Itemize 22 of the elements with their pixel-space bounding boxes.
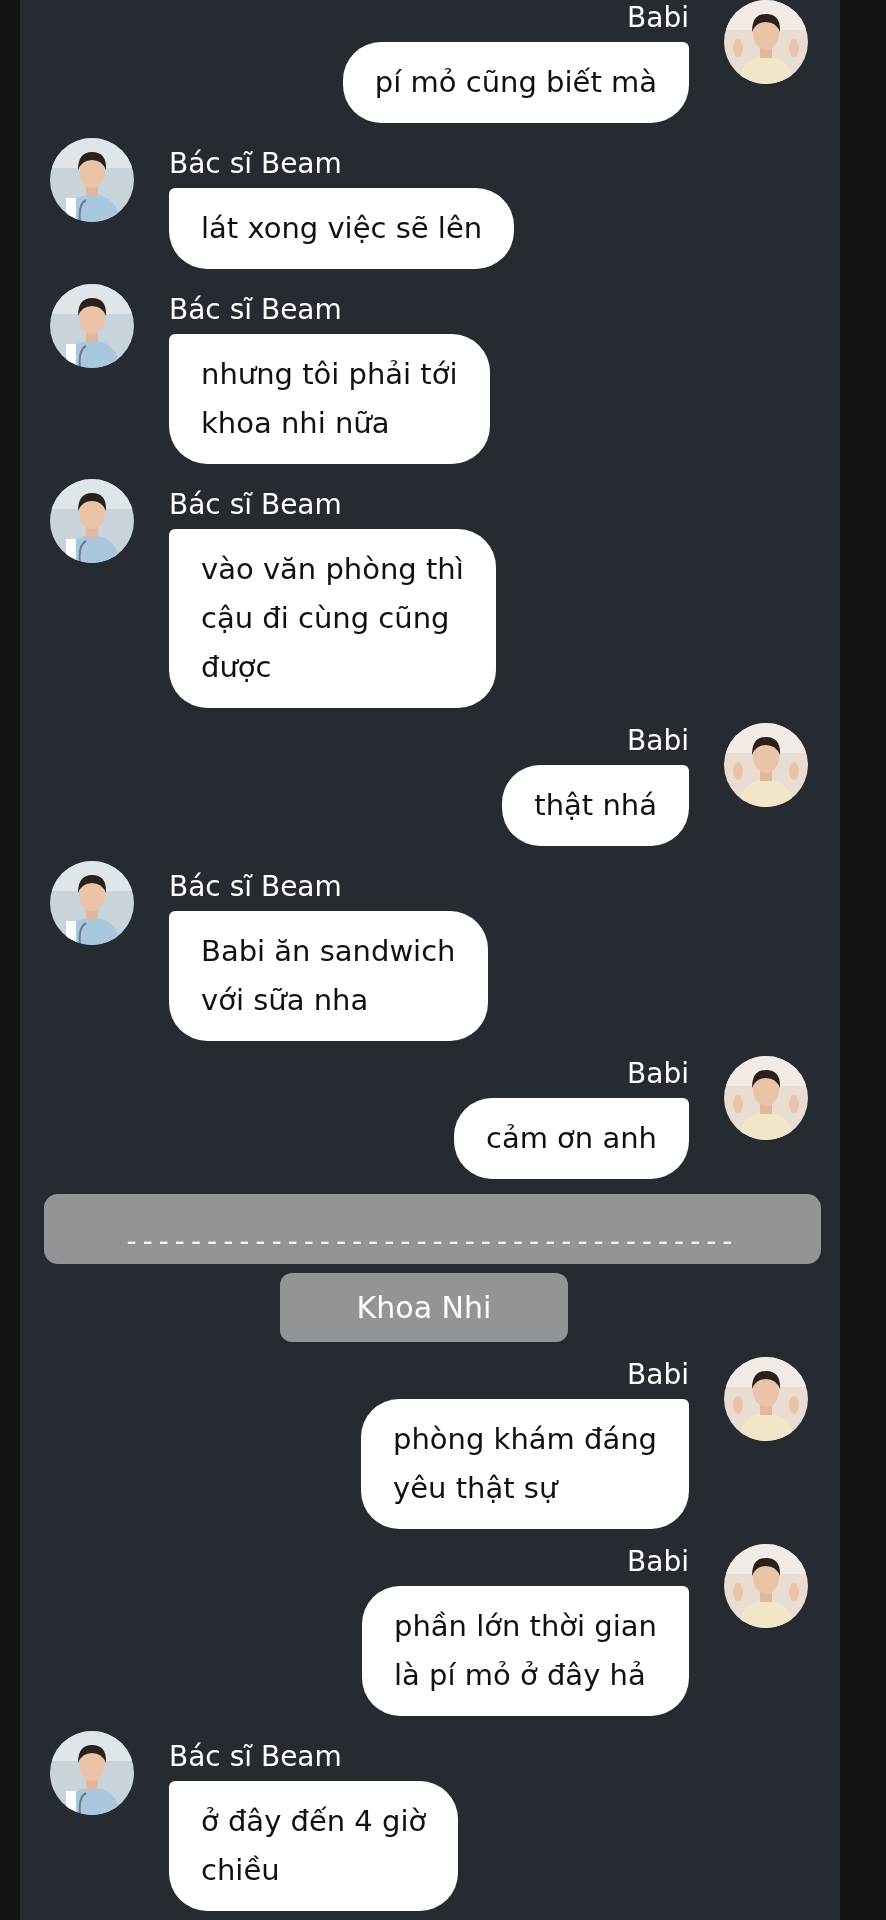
sender-name: Bác sĩ Beam [169, 487, 342, 523]
message-bubble: ở đây đến 4 giờ chiều [169, 1781, 459, 1911]
message-bubble: phần lớn thời gian là pí mỏ ở đây hả [362, 1586, 689, 1716]
sender-name: Bác sĩ Beam [169, 1739, 342, 1775]
message-bubble: lát xong việc sẽ lên [169, 188, 515, 269]
message-bubble: Babi ăn sandwich với sữa nha [169, 911, 488, 1041]
message-bubble: cảm ơn anh [453, 1098, 689, 1179]
sender-name: Babi [627, 1544, 689, 1580]
sender-name: Babi [627, 1357, 689, 1393]
sender-name: Babi [627, 723, 689, 759]
divider-banner: -------------------------------------- [44, 1194, 821, 1264]
sender-name: Bác sĩ Beam [169, 869, 342, 905]
message-bubble: phòng khám đáng yêu thật sự [361, 1399, 689, 1529]
section-label: Khoa Nhi [280, 1273, 568, 1342]
sender-name: Bác sĩ Beam [169, 292, 342, 328]
sender-name: Babi [627, 0, 689, 36]
message-bubble: vào văn phòng thì cậu đi cùng cũng được [169, 529, 496, 708]
sender-name: Bác sĩ Beam [169, 146, 342, 182]
sender-name: Babi [627, 1056, 689, 1092]
message-bubble: thật nhá [502, 765, 689, 846]
message-bubble: nhưng tôi phải tới khoa nhi nữa [169, 334, 490, 464]
message-bubble: pí mỏ cũng biết mà [342, 42, 689, 123]
